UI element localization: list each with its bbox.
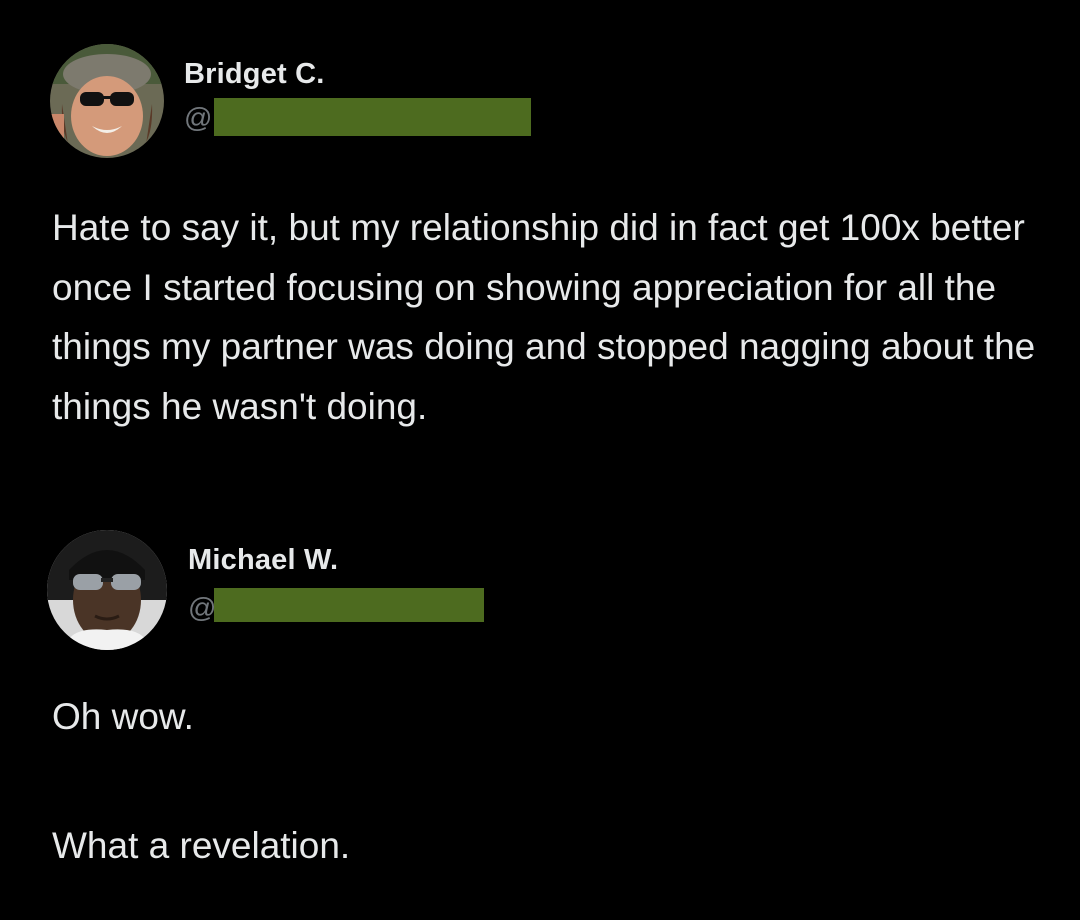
user-avatar-photo-icon: [47, 530, 167, 650]
avatar[interactable]: [50, 44, 164, 158]
author-display-name[interactable]: Michael W.: [188, 544, 338, 577]
tweet-paragraph: Oh wow.: [52, 696, 194, 737]
handle-at-sign: @: [184, 102, 213, 133]
author-display-name[interactable]: Bridget C.: [184, 58, 325, 91]
tweet-text: Oh wow. What a revelation.: [52, 687, 1042, 875]
user-avatar-photo-icon: [50, 44, 164, 158]
handle-at-sign: @: [188, 592, 217, 623]
tweet-text: Hate to say it, but my relationship did …: [52, 207, 1036, 427]
redaction-bar: [214, 98, 531, 136]
tweet-paragraph: What a revelation.: [52, 824, 351, 866]
redaction-bar: [214, 588, 484, 622]
avatar[interactable]: [47, 530, 167, 650]
